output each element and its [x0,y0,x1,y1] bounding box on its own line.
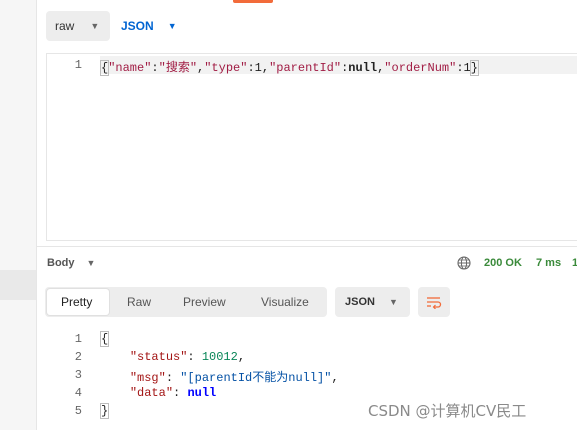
line-number: 1 [74,332,82,346]
json-number: 1 [254,61,262,75]
request-body-editor[interactable] [46,53,577,241]
tab-raw[interactable]: Raw [127,287,151,317]
json-number: 10012 [201,350,238,364]
response-body-label: Body [47,257,75,269]
response-format-label: JSON [345,296,375,308]
response-format-dropdown[interactable]: JSON ▼ [335,287,410,317]
brace-open: { [99,331,110,347]
json-colon: : [456,61,464,75]
response-line: "status": 10012, [129,350,246,364]
wrap-lines-icon [427,297,442,309]
line-number: 1 [74,58,82,72]
json-colon: : [247,61,255,75]
json-key: "status" [129,350,188,364]
wrap-lines-button[interactable] [418,287,450,317]
request-body-code[interactable]: {"name":"搜索","type":1,"parentId":null,"o… [99,58,479,76]
response-size[interactable]: 1 [572,257,577,269]
response-line: "data": null [129,386,217,400]
json-key: "name" [108,61,152,75]
json-key: "data" [129,386,174,400]
chevron-down-icon: ▼ [167,21,177,31]
tab-pretty[interactable]: Pretty [61,287,92,317]
response-line: } [99,403,110,419]
json-key: "orderNum" [384,61,457,75]
json-key: "msg" [129,371,166,385]
brace-close: } [99,403,110,419]
language-dropdown[interactable]: JSON ▼ [121,11,177,41]
active-tab-indicator [233,0,273,3]
json-key: "parentId" [269,61,342,75]
json-null: null [348,61,378,75]
json-key: "type" [204,61,248,75]
json-string: "[parentId不能为null]" [180,371,332,385]
tab-preview[interactable]: Preview [183,287,226,317]
json-null: null [187,386,217,400]
language-label: JSON [121,19,154,33]
json-comma: , [261,61,270,75]
response-line: { [99,331,110,347]
left-sidebar-strip [0,0,37,430]
tab-visualize[interactable]: Visualize [261,287,309,317]
line-number: 2 [74,350,82,364]
chevron-down-icon: ▼ [388,297,398,307]
body-mode-dropdown[interactable]: raw ▼ [46,11,110,41]
json-string: "搜索" [158,61,198,75]
pane-divider[interactable] [36,246,577,247]
chevron-down-icon: ▼ [90,21,100,31]
line-number: 4 [74,386,82,400]
response-status[interactable]: 200 OK [484,257,522,269]
globe-icon[interactable] [457,256,471,270]
response-line: "msg": "[parentId不能为null]", [129,371,339,385]
left-sidebar-selection [0,270,36,300]
json-colon: : [151,61,159,75]
watermark: CSDN @计算机CV民工 [368,402,527,420]
line-number: 5 [74,404,82,418]
json-number: 1 [463,61,471,75]
response-time[interactable]: 7 ms [536,257,561,269]
chevron-down-icon: ▼ [86,258,96,268]
body-mode-label: raw [55,19,75,33]
response-body-section-toggle[interactable]: Body ▼ [47,257,95,269]
line-number: 3 [74,368,82,382]
brace-close: } [469,60,479,76]
